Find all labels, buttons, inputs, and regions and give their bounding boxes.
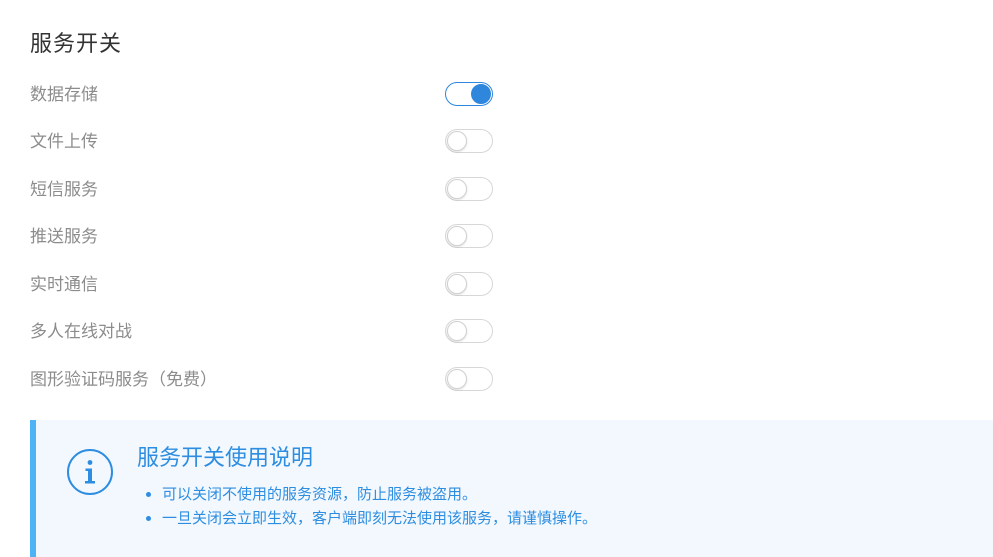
toggle-multiplayer-battle[interactable] (445, 319, 493, 343)
switch-row-data-storage: 数据存储 (30, 81, 500, 109)
info-item-text: 一旦关闭会立即生效，客户端即刻无法使用该服务，请谨慎操作。 (162, 509, 598, 527)
toggle-knob (447, 321, 467, 341)
toggle-knob (447, 226, 467, 246)
bullet-dot (146, 492, 151, 497)
switch-label: 推送服务 (30, 227, 98, 247)
toggle-knob (447, 179, 467, 199)
toggle-knob (471, 84, 491, 104)
switch-row-multiplayer-battle: 多人在线对战 (30, 318, 500, 346)
section-title: 服务开关 (30, 32, 123, 57)
info-circle-icon (67, 449, 113, 495)
switch-label: 图形验证码服务（免费） (30, 370, 217, 390)
switch-label: 多人在线对战 (30, 322, 132, 342)
service-switch-page: 服务开关 数据存储 文件上传 短信服务 推送服务 实时通信 多人在线对战 图形验… (0, 0, 993, 557)
switch-label: 短信服务 (30, 180, 98, 200)
toggle-realtime-messaging[interactable] (445, 272, 493, 296)
toggle-knob (447, 369, 467, 389)
bullet-dot (146, 516, 151, 521)
switch-row-sms-service: 短信服务 (30, 176, 500, 204)
info-item-text: 可以关闭不使用的服务资源，防止服务被盗用。 (162, 485, 478, 503)
info-list-item: 可以关闭不使用的服务资源，防止服务被盗用。 (146, 483, 597, 505)
toggle-sms-service[interactable] (445, 177, 493, 201)
switch-row-file-upload: 文件上传 (30, 128, 500, 156)
toggle-push-service[interactable] (445, 224, 493, 248)
toggle-knob (447, 274, 467, 294)
switch-row-push-service: 推送服务 (30, 223, 500, 251)
toggle-captcha-service[interactable] (445, 367, 493, 391)
info-list: 可以关闭不使用的服务资源，防止服务被盗用。 一旦关闭会立即生效，客户端即刻无法使… (146, 483, 597, 531)
switch-label: 实时通信 (30, 275, 98, 295)
switch-label: 数据存储 (30, 85, 98, 105)
toggle-data-storage[interactable] (445, 82, 493, 106)
info-list-item: 一旦关闭会立即生效，客户端即刻无法使用该服务，请谨慎操作。 (146, 507, 597, 529)
info-title: 服务开关使用说明 (137, 446, 314, 471)
switch-row-captcha-service: 图形验证码服务（免费） (30, 366, 500, 394)
switch-label: 文件上传 (30, 132, 98, 152)
toggle-file-upload[interactable] (445, 129, 493, 153)
toggle-knob (447, 131, 467, 151)
info-notice-box: 服务开关使用说明 可以关闭不使用的服务资源，防止服务被盗用。 一旦关闭会立即生效… (30, 420, 993, 557)
switch-row-realtime-messaging: 实时通信 (30, 271, 500, 299)
